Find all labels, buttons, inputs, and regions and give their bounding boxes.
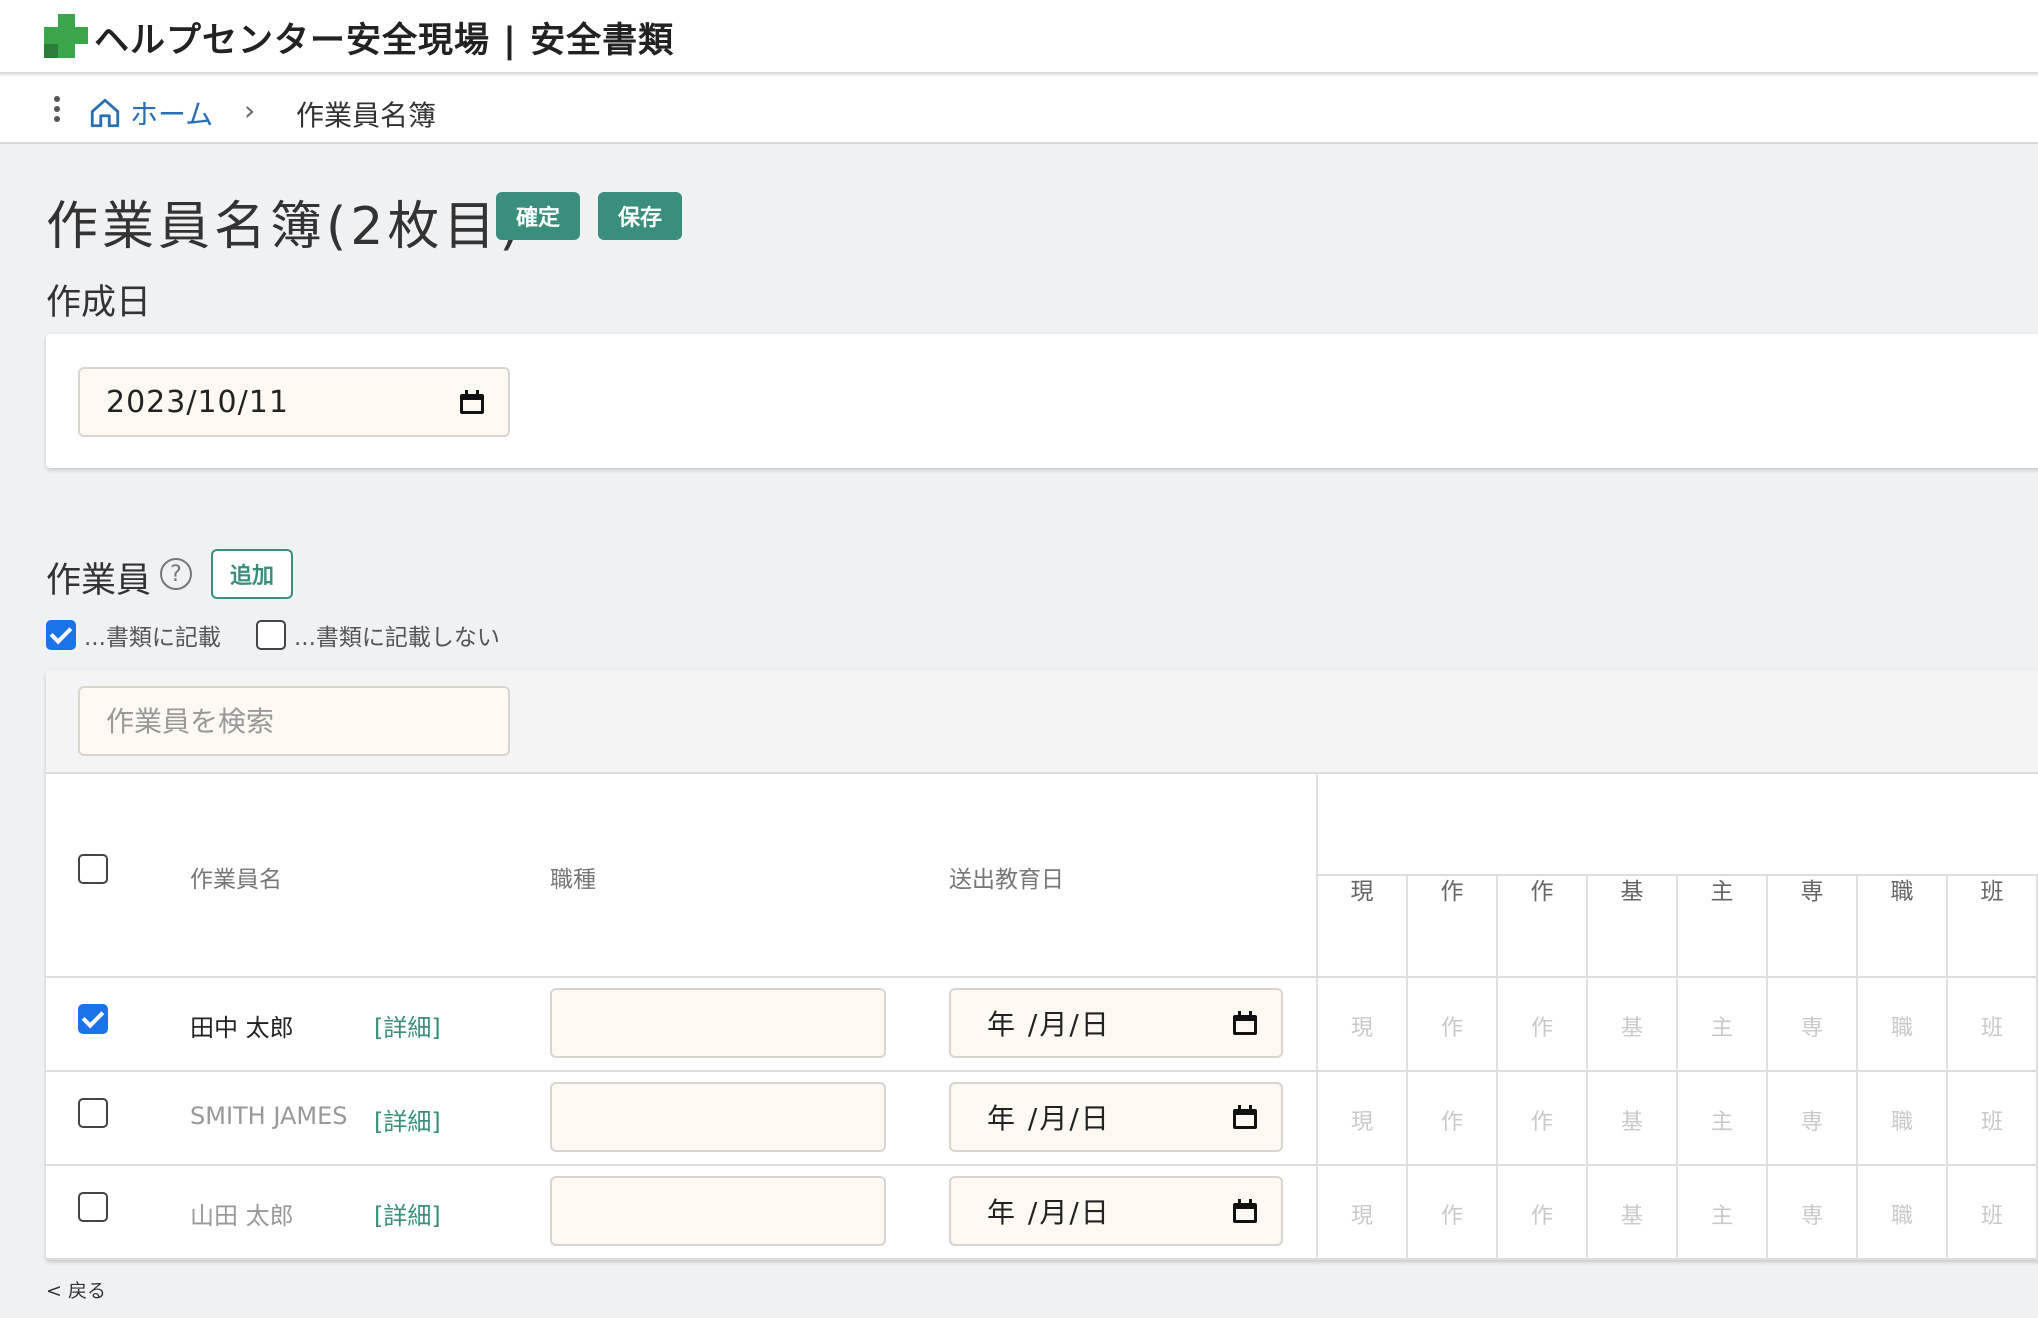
education-date-input[interactable]: 年 /月/日 (949, 988, 1283, 1058)
abbr-cell[interactable]: 班 (1948, 1198, 2036, 1230)
header-bottom-divider (46, 976, 2038, 978)
calendar-icon[interactable] (1233, 1105, 1257, 1129)
app-header: ヘルプセンター安全現場 | 安全書類 (0, 0, 2038, 74)
filter-exclude-label: ...書類に記載しない (294, 625, 500, 651)
education-date-input[interactable]: 年 /月/日 (949, 1176, 1283, 1246)
abbr-cell[interactable]: 現 (1318, 1010, 1406, 1042)
breadcrumb: ホーム › 作業員名簿 (0, 76, 2038, 144)
workers-label: 作業員 (46, 561, 152, 601)
filter-include[interactable]: ...書類に記載 (46, 618, 221, 652)
education-date-input[interactable]: 年 /月/日 (949, 1082, 1283, 1152)
education-date-value: 年 /月/日 (987, 1196, 1111, 1229)
abbr-cell[interactable]: 作 (1498, 1198, 1586, 1230)
abbr-cell[interactable]: 専 (1768, 1010, 1856, 1042)
search-band (46, 670, 2038, 774)
calendar-icon[interactable] (1233, 1011, 1257, 1035)
abbr-cell[interactable]: 基 (1588, 1010, 1676, 1042)
abbr-cell[interactable]: 職 (1858, 1198, 1946, 1230)
abbr-cell[interactable]: 作 (1498, 1104, 1586, 1136)
breadcrumb-home-link[interactable]: ホーム (88, 93, 213, 133)
abbr-cell[interactable]: 作 (1408, 1104, 1496, 1136)
column-header-job: 職種 (550, 867, 596, 893)
filter-exclude-checkbox[interactable] (256, 620, 286, 650)
job-input[interactable] (550, 1082, 886, 1152)
abbr-cell[interactable]: 職 (1858, 1104, 1946, 1136)
row-divider (46, 1258, 2038, 1260)
job-input[interactable] (550, 1176, 886, 1246)
worker-search-input[interactable] (78, 686, 510, 756)
help-icon[interactable]: ? (160, 558, 192, 590)
worker-name: 山田 太郎 (190, 1202, 294, 1230)
abbr-cell[interactable]: 基 (1588, 1198, 1676, 1230)
calendar-icon[interactable] (1233, 1199, 1257, 1223)
abbr-cell[interactable]: 現 (1318, 1104, 1406, 1136)
worker-detail-link[interactable]: [詳細] (374, 1102, 441, 1137)
abbr-cell[interactable]: 班 (1948, 1010, 2036, 1042)
abbr-cell[interactable]: 基 (1588, 1104, 1676, 1136)
logo-cross-icon (44, 14, 88, 58)
workers-table-card: 作業員名 職種 送出教育日 現 作 作 基 主 専 職 班 田中 太郎 [詳細]… (46, 670, 2038, 1260)
row-checkbox[interactable] (78, 1098, 108, 1128)
worker-name: SMITH JAMES (190, 1102, 348, 1130)
worker-detail-link[interactable]: [詳細] (374, 1008, 441, 1043)
created-date-value: 2023/10/11 (106, 384, 289, 420)
filter-exclude[interactable]: ...書類に記載しない (256, 618, 500, 652)
row-divider (46, 1164, 2038, 1166)
abbr-header: 基 (1620, 879, 1644, 905)
back-link[interactable]: < 戻る (46, 1276, 106, 1303)
job-input[interactable] (550, 988, 886, 1058)
abbr-cell[interactable]: 現 (1318, 1198, 1406, 1230)
column-header-education-date: 送出教育日 (949, 867, 1064, 893)
select-all-checkbox[interactable] (78, 854, 108, 884)
abbr-header: 専 (1800, 879, 1824, 905)
created-date-label: 作成日 (46, 283, 152, 323)
worker-detail-link[interactable]: [詳細] (374, 1196, 441, 1231)
abbr-header: 班 (1980, 879, 2004, 905)
breadcrumb-current: 作業員名簿 (296, 99, 437, 132)
abbr-header: 作 (1530, 879, 1554, 905)
abbr-header: 作 (1440, 879, 1464, 905)
calendar-icon[interactable] (460, 390, 484, 414)
abbr-cell[interactable]: 作 (1408, 1198, 1496, 1230)
filter-include-checkbox[interactable] (46, 620, 76, 650)
row-checkbox[interactable] (78, 1004, 108, 1034)
abbr-cell[interactable]: 主 (1678, 1198, 1766, 1230)
row-checkbox[interactable] (78, 1192, 108, 1222)
abbr-cell[interactable]: 班 (1948, 1104, 2036, 1136)
abbr-cell[interactable]: 主 (1678, 1010, 1766, 1042)
abbr-cell[interactable]: 職 (1858, 1010, 1946, 1042)
column-header-name: 作業員名 (190, 867, 282, 893)
abbr-header: 主 (1710, 879, 1734, 905)
confirm-button[interactable]: 確定 (496, 192, 580, 240)
app-title: ヘルプセンター安全現場 | 安全書類 (94, 21, 675, 61)
row-divider (46, 1070, 2038, 1072)
worker-name: 田中 太郎 (190, 1014, 294, 1042)
breadcrumb-home-label: ホーム (130, 98, 214, 131)
kebab-menu-icon[interactable] (54, 96, 62, 124)
abbr-cell[interactable]: 専 (1768, 1198, 1856, 1230)
education-date-value: 年 /月/日 (987, 1008, 1111, 1041)
abbr-cell[interactable]: 主 (1678, 1104, 1766, 1136)
page-title: 作業員名簿(2枚目) (46, 197, 524, 257)
home-icon (90, 98, 120, 128)
add-worker-button[interactable]: 追加 (211, 549, 293, 599)
created-date-input[interactable]: 2023/10/11 (78, 367, 510, 437)
abbr-header: 職 (1890, 879, 1914, 905)
abbr-header: 現 (1350, 879, 1374, 905)
breadcrumb-separator: › (244, 94, 256, 127)
abbr-cell[interactable]: 作 (1498, 1010, 1586, 1042)
abbr-cell[interactable]: 作 (1408, 1010, 1496, 1042)
save-button[interactable]: 保存 (598, 192, 682, 240)
education-date-value: 年 /月/日 (987, 1102, 1111, 1135)
abbr-cell[interactable]: 専 (1768, 1104, 1856, 1136)
filter-include-label: ...書類に記載 (84, 625, 221, 651)
